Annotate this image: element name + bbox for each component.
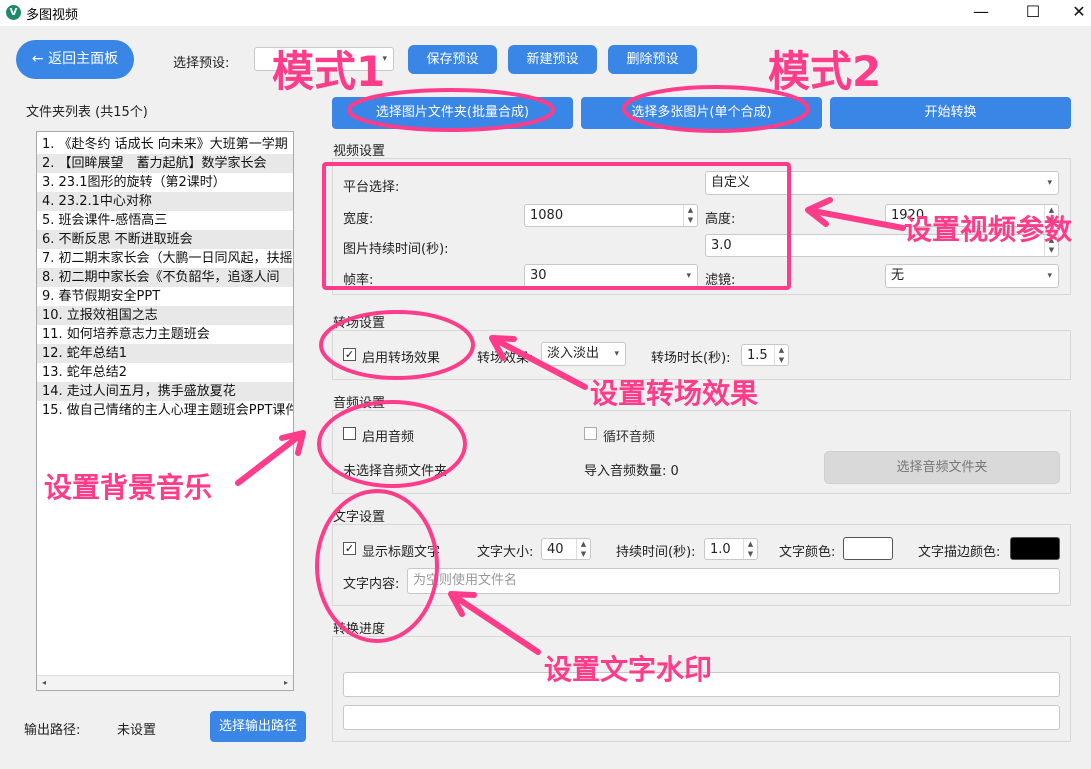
annotation-video-params: 设置视频参数 xyxy=(904,213,1073,246)
audio-highlight-ellipse xyxy=(317,400,467,488)
annotation-music: 设置背景音乐 xyxy=(44,471,213,504)
text-highlight-ellipse xyxy=(315,489,439,643)
video-params-arrow xyxy=(805,197,906,231)
annotation-mode1: 模式1 xyxy=(272,47,386,96)
annotation-transition: 设置转场效果 xyxy=(590,377,759,410)
watermark-arrow xyxy=(448,591,541,655)
transition-arrow xyxy=(489,335,588,390)
transition-highlight-ellipse xyxy=(319,310,475,380)
video-params-highlight-rect xyxy=(322,162,791,290)
annotation-watermark: 设置文字水印 xyxy=(544,653,713,686)
music-arrow xyxy=(235,430,306,486)
annotation-mode2: 模式2 xyxy=(768,47,882,96)
